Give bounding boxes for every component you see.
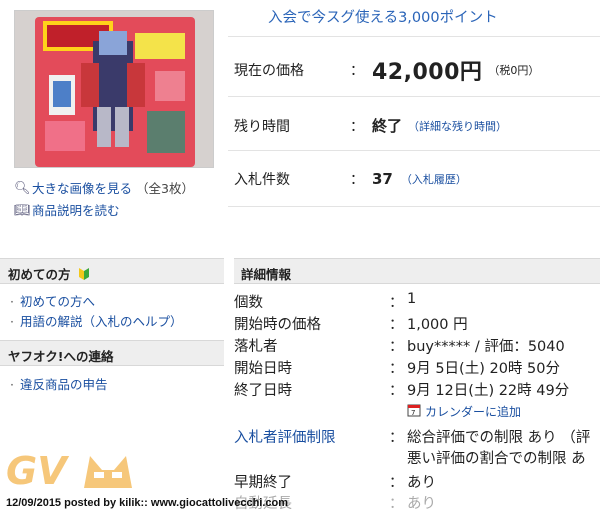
details-header: 詳細情報 [234,258,600,284]
detail-row-bidder-restriction-2: 悪い評価の割合での制限 あ [407,451,586,467]
sidebar-item-glossary[interactable]: · 用語の解説（入札のヘルプ） [10,311,183,330]
detailed-time-link[interactable]: （詳細な残り時間） [408,118,507,134]
divider [228,96,600,97]
product-image[interactable] [14,10,214,168]
time-value: 終了 [372,117,403,135]
price-value: 42,000円 [372,60,483,85]
beginner-section-header: 初めての方 [0,258,224,284]
svg-text:7: 7 [411,409,415,417]
colon: ： [350,172,364,188]
gv-watermark-logo: GV [6,448,156,498]
detail-row-quantity: 個数 ： 1 [234,291,417,311]
tax-note: （税0円） [488,64,540,77]
calendar-icon: 7 [407,403,421,420]
bids-row: 入札件数 ： 37 （入札履歴） [234,169,467,189]
view-large-image-link[interactable]: 大きな画像を見る [32,178,132,200]
bidder-restriction-link[interactable]: 入札者評価制限 [234,426,389,447]
divider [228,36,600,37]
contact-heading: ヤフオク!への連絡 [8,349,114,364]
detail-row-start-date: 開始日時 ： 9月 5日(土) 20時 50分 [234,361,560,377]
bids-value: 37 [372,170,393,188]
read-description-link[interactable]: 商品説明を読む [32,200,120,222]
detail-row-bidder-restriction: 入札者評価制限 ： 総合評価での制限 あり （評 [234,426,590,447]
price-label: 現在の価格 [234,63,304,79]
sidebar-item-beginner-guide[interactable]: · 初めての方へ [10,291,95,310]
bids-label: 入札件数 [234,172,290,188]
add-to-calendar[interactable]: 7 カレンダーに追加 [407,403,521,420]
beginner-heading: 初めての方 [8,267,71,282]
time-label: 残り時間 [234,118,290,135]
beginner-mark-icon [78,267,90,284]
price-row: 現在の価格 ： 42,000円 （税0円） [234,54,539,86]
watermark-caption: 12/09/2015 posted by kilik:: www.giocatt… [6,497,289,509]
calendar-link[interactable]: カレンダーに追加 [425,403,521,420]
magnifier-icon: 🔍︎ [14,181,31,196]
detail-row-start-price: 開始時の価格 ： 1,000 円 [234,317,468,333]
colon: ： [350,63,364,79]
sidebar-item-report-violation[interactable]: · 違反商品の申告 [10,374,108,393]
book-icon: 📖︎ [14,203,31,218]
svg-text:GV: GV [6,449,69,493]
contact-section-header: ヤフオク!への連絡 [0,340,224,366]
divider [228,150,600,151]
colon: ： [350,118,364,135]
toy-package-photo [15,11,213,167]
detail-row-winner: 落札者 ： buy***** / 評価：5040 [234,339,565,355]
image-count: （全3枚） [136,181,194,196]
promo-points-link[interactable]: 入会で今スグ使える3,000ポイント [268,6,498,27]
detail-row-early-end: 早期終了 ： あり [234,475,436,491]
details-heading: 詳細情報 [241,267,292,282]
bid-history-link[interactable]: （入札履歴） [401,171,467,187]
divider [228,206,600,207]
time-row: 残り時間 ： 終了 （詳細な残り時間） [234,115,507,136]
detail-row-end-date: 終了日時 ： 9月 12日(土) 22時 49分 [234,383,570,399]
